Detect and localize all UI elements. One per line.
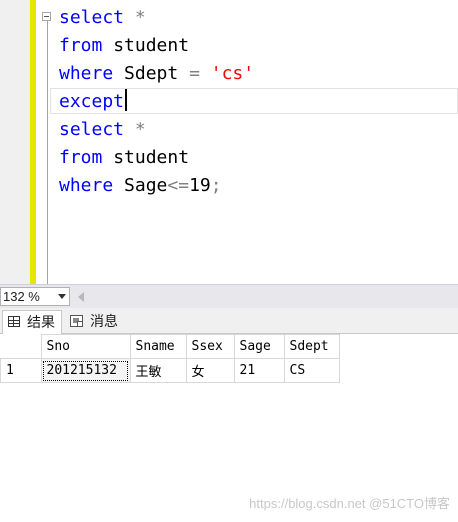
tab-messages-label: 消息	[90, 313, 118, 329]
code-line: from student	[59, 32, 254, 60]
column-header-sdept[interactable]: Sdept	[283, 334, 340, 359]
column-name: Sage	[124, 175, 168, 196]
zoom-dropdown[interactable]: 132 %	[0, 287, 70, 306]
keyword-select: select	[59, 7, 125, 28]
cell-sage[interactable]: 21	[233, 358, 285, 383]
code-line: select *	[59, 116, 254, 144]
tab-results[interactable]: 结果	[2, 310, 62, 334]
code-line: where Sage<=19;	[59, 172, 254, 200]
operator-equals: =	[189, 63, 200, 84]
column-header-sno[interactable]: Sno	[40, 334, 131, 359]
cell-ssex[interactable]: 女	[185, 358, 235, 383]
watermark: https://blog.csdn.net @51CTO博客	[249, 496, 450, 511]
cell-sdept[interactable]: CS	[283, 358, 340, 383]
table-name: student	[113, 147, 190, 168]
cell-sno[interactable]: 201215132	[40, 358, 131, 383]
keyword-from: from	[59, 35, 103, 56]
results-pane: Sno Sname Ssex Sage Sdept 1 201215132 王敏…	[0, 334, 458, 522]
grid-icon	[8, 316, 20, 327]
column-header-ssex[interactable]: Ssex	[185, 334, 235, 359]
tab-results-label: 结果	[27, 314, 55, 330]
code-line: select *	[59, 4, 254, 32]
text-caret	[125, 89, 128, 111]
operator-star: *	[134, 7, 146, 28]
code-line: where Sdept = 'cs'	[59, 60, 254, 88]
header-row: Sno Sname Ssex Sage Sdept	[0, 334, 340, 359]
keyword-where: where	[59, 63, 114, 84]
column-header-sname[interactable]: Sname	[129, 334, 187, 359]
table-name: student	[113, 35, 190, 56]
line-gutter	[0, 0, 30, 284]
operator-lte: <=	[167, 175, 190, 196]
chevron-down-icon[interactable]	[58, 294, 66, 299]
collapse-icon[interactable]	[42, 12, 51, 21]
outline-fold-line	[47, 19, 48, 284]
string-literal: 'cs'	[210, 63, 255, 84]
keyword-where: where	[59, 175, 114, 196]
results-grid: Sno Sname Ssex Sage Sdept 1 201215132 王敏…	[0, 334, 340, 383]
change-tracking-bar	[30, 0, 36, 284]
grid-corner[interactable]	[0, 334, 42, 359]
operator-star: *	[134, 119, 146, 140]
column-name: Sdept	[124, 63, 179, 84]
keyword-select: select	[59, 119, 125, 140]
tab-messages[interactable]: 消息	[66, 310, 126, 334]
column-header-sage[interactable]: Sage	[233, 334, 285, 359]
keyword-except: except	[59, 91, 125, 112]
code-line-current: except	[59, 88, 254, 116]
editor-status-strip: 132 %	[0, 284, 458, 308]
table-row: 1 201215132 王敏 女 21 CS	[0, 358, 340, 383]
results-tab-strip: 结果 消息	[0, 308, 458, 334]
number-literal: 19	[189, 175, 211, 196]
code-line: from student	[59, 144, 254, 172]
zoom-value: 132 %	[3, 289, 40, 304]
query-editor[interactable]: select * from student where Sdept = 'cs' ex…	[0, 0, 458, 284]
code-text[interactable]: select * from student where Sdept = 'cs' ex…	[59, 4, 254, 200]
keyword-from: from	[59, 147, 103, 168]
cell-sname[interactable]: 王敏	[129, 358, 187, 383]
messages-icon	[70, 315, 83, 327]
scroll-left-icon[interactable]	[78, 292, 84, 302]
statement-terminator: ;	[210, 175, 222, 196]
row-number[interactable]: 1	[0, 358, 42, 383]
